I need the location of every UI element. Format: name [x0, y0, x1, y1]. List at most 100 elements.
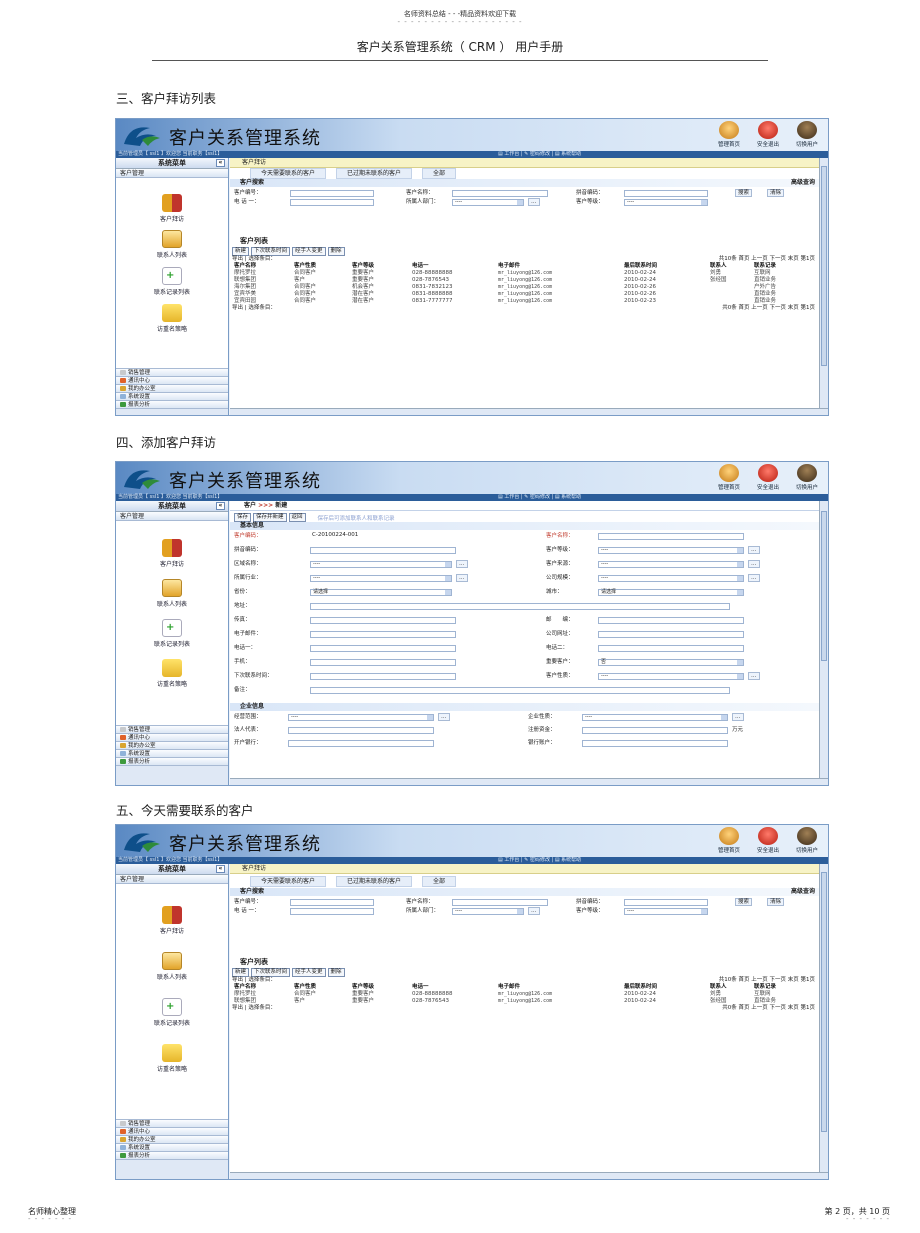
ent-select-left[interactable]: ----	[288, 714, 434, 721]
basic-input-right[interactable]	[598, 533, 744, 540]
col-name[interactable]: 客户名称	[234, 263, 294, 270]
basic-select-right[interactable]: 请选择	[598, 589, 744, 596]
dept-select[interactable]: ----	[452, 908, 524, 915]
col-last-contact[interactable]: 最后联系时间	[624, 263, 710, 270]
export-link[interactable]: 导出 | 选择条目：	[232, 256, 276, 262]
advanced-search-link[interactable]: 高级查询	[791, 179, 815, 187]
page-select-bottom[interactable]: 第1页	[801, 1005, 816, 1011]
delete-button[interactable]: 删除	[327, 968, 345, 977]
new-button[interactable]: 新建	[232, 968, 250, 977]
advanced-search-link[interactable]: 高级查询	[791, 888, 815, 896]
sidebar-item-contacts[interactable]: 联系人列表	[116, 230, 228, 259]
table-row[interactable]: 联想集团 客户 重要客户 028-7876543 mr_liuyong@126.com 2…	[234, 277, 804, 284]
exit-button[interactable]: 安全退出	[751, 463, 785, 493]
page-select[interactable]: 第1页	[801, 977, 816, 983]
basic-select-right[interactable]: ----	[598, 575, 744, 582]
col-email[interactable]: 电子邮件	[498, 263, 624, 270]
col-type[interactable]: 客户性质	[294, 984, 352, 991]
pinyin-input[interactable]	[624, 899, 708, 906]
basic-input-right[interactable]	[598, 617, 744, 624]
next-contact-button[interactable]: 下次联系时间	[251, 968, 291, 977]
tab-visit[interactable]: 客户拜访	[230, 158, 819, 168]
ent-input-right[interactable]	[582, 740, 728, 747]
cell[interactable]: 宜宾华美	[234, 291, 294, 298]
vertical-scrollbar[interactable]	[819, 158, 828, 410]
sidebar-item-visit[interactable]: 客户拜访	[116, 906, 228, 935]
sidebar-item-visit[interactable]: 客户拜访	[116, 194, 228, 223]
sidebar-item-records[interactable]: 联系记录列表	[116, 619, 228, 648]
phone-input[interactable]	[290, 199, 374, 206]
basic-input-right[interactable]	[598, 631, 744, 638]
status-links[interactable]: ▤ 工作台 | ✎ 密码修改 | ▤ 系统帮助	[498, 857, 581, 864]
delete-button[interactable]: 删除	[327, 247, 345, 256]
sidebar-item-dedupe[interactable]: 访重名策略	[116, 659, 228, 688]
basic-select-right[interactable]: ----	[598, 673, 744, 680]
vertical-scrollbar[interactable]	[819, 501, 828, 780]
pager-links-bottom[interactable]: 共0条 首页 上一页 下一页 末页	[722, 1005, 799, 1011]
save-new-button[interactable]: 保存并新建	[253, 513, 287, 522]
subtab-today[interactable]: 今天需要联系的客户	[250, 875, 327, 887]
col-record[interactable]: 联系记录	[754, 984, 804, 991]
switch-user-button[interactable]: 切换用户	[790, 120, 824, 150]
col-phone[interactable]: 电话一	[412, 984, 498, 991]
table-row[interactable]: 海尔集团 合同客户 机会客户 0831-7832123 mr_liuyong@126.c…	[234, 284, 804, 291]
pager-links[interactable]: 共10条 首页 上一页 下一页 末页	[719, 256, 799, 262]
table-row[interactable]: 摩托罗拉 合同客户 重要客户 028-88888888 mr_liuyong@126.c…	[234, 991, 804, 998]
basic-input-left[interactable]	[310, 617, 456, 624]
basic-input-left[interactable]	[310, 645, 456, 652]
sidebar-item-records[interactable]: 联系记录列表	[116, 267, 228, 296]
basic-select-left[interactable]: 请选择	[310, 589, 452, 596]
new-button[interactable]: 新建	[232, 247, 250, 256]
picker-button[interactable]: …	[438, 713, 450, 721]
dept-picker-button[interactable]: …	[528, 907, 540, 915]
col-name[interactable]: 客户名称	[234, 984, 294, 991]
col-email[interactable]: 电子邮件	[498, 984, 624, 991]
exit-button[interactable]: 安全退出	[751, 826, 785, 856]
col-phone[interactable]: 电话一	[412, 263, 498, 270]
status-links[interactable]: ▤ 工作台 | ✎ 密码修改 | ▤ 系统帮助	[498, 494, 581, 501]
ent-input-left[interactable]	[288, 727, 434, 734]
basic-select-left[interactable]: ----	[310, 575, 452, 582]
table-row[interactable]: 联想集团 客户 重要客户 028-7876543 mr_liuyong@126.com 2…	[234, 998, 804, 1005]
subtab-today[interactable]: 今天需要联系的客户	[250, 168, 327, 179]
basic-input-left[interactable]	[310, 547, 456, 554]
ent-input-right[interactable]	[582, 727, 728, 734]
back-button[interactable]: 返回	[288, 513, 306, 522]
level-select[interactable]: ----	[624, 199, 708, 206]
subtab-all[interactable]: 全部	[422, 168, 457, 179]
change-owner-button[interactable]: 经手人变更	[292, 968, 326, 977]
horizontal-scrollbar[interactable]	[230, 778, 828, 785]
col-last-contact[interactable]: 最后联系时间	[624, 984, 710, 991]
table-row[interactable]: 宜宾田园 合同客户 潜在客户 0831-7777777 mr_liuyong@126.c…	[234, 298, 804, 305]
exit-button[interactable]: 安全退出	[751, 120, 785, 150]
col-record[interactable]: 联系记录	[754, 263, 804, 270]
basic-input-right[interactable]	[598, 645, 744, 652]
sidebar-reports[interactable]: 报表分析	[116, 758, 228, 766]
basic-input-left[interactable]	[310, 631, 456, 638]
col-type[interactable]: 客户性质	[294, 263, 352, 270]
pager-links[interactable]: 共10条 首页 上一页 下一页 末页	[719, 977, 799, 983]
cell[interactable]: 联想集团	[234, 277, 294, 284]
basic-select-right[interactable]: ----	[598, 561, 744, 568]
cell[interactable]: 摩托罗拉	[234, 991, 294, 998]
sidebar-reports[interactable]: 报表分析	[116, 401, 228, 409]
name-input[interactable]	[452, 899, 548, 906]
picker-button[interactable]: …	[732, 713, 744, 721]
home-button[interactable]: 管理首页	[712, 120, 746, 150]
switch-user-button[interactable]: 切换用户	[790, 463, 824, 493]
picker-button[interactable]: …	[748, 546, 760, 554]
export-link[interactable]: 导出 | 选择条目：	[232, 977, 276, 983]
horizontal-scrollbar[interactable]	[230, 408, 828, 415]
sidebar-category[interactable]: 客户管理	[116, 169, 228, 178]
table-row[interactable]: 摩托罗拉 合同客户 重要客户 028-88888888 mr_liuyong@126.c…	[234, 270, 804, 277]
sidebar-item-records[interactable]: 联系记录列表	[116, 998, 228, 1027]
home-button[interactable]: 管理首页	[712, 826, 746, 856]
export-link-bottom[interactable]: 导出 | 选择条目：	[232, 305, 276, 311]
col-level[interactable]: 客户等级	[352, 984, 412, 991]
basic-select-left[interactable]: ----	[310, 561, 452, 568]
basic-select-right[interactable]: 否	[598, 659, 744, 666]
tab-visit[interactable]: 客户拜访	[230, 864, 819, 874]
sidebar-item-contacts[interactable]: 联系人列表	[116, 579, 228, 608]
search-button[interactable]: 搜索	[735, 189, 753, 197]
picker-button[interactable]: …	[748, 560, 760, 568]
